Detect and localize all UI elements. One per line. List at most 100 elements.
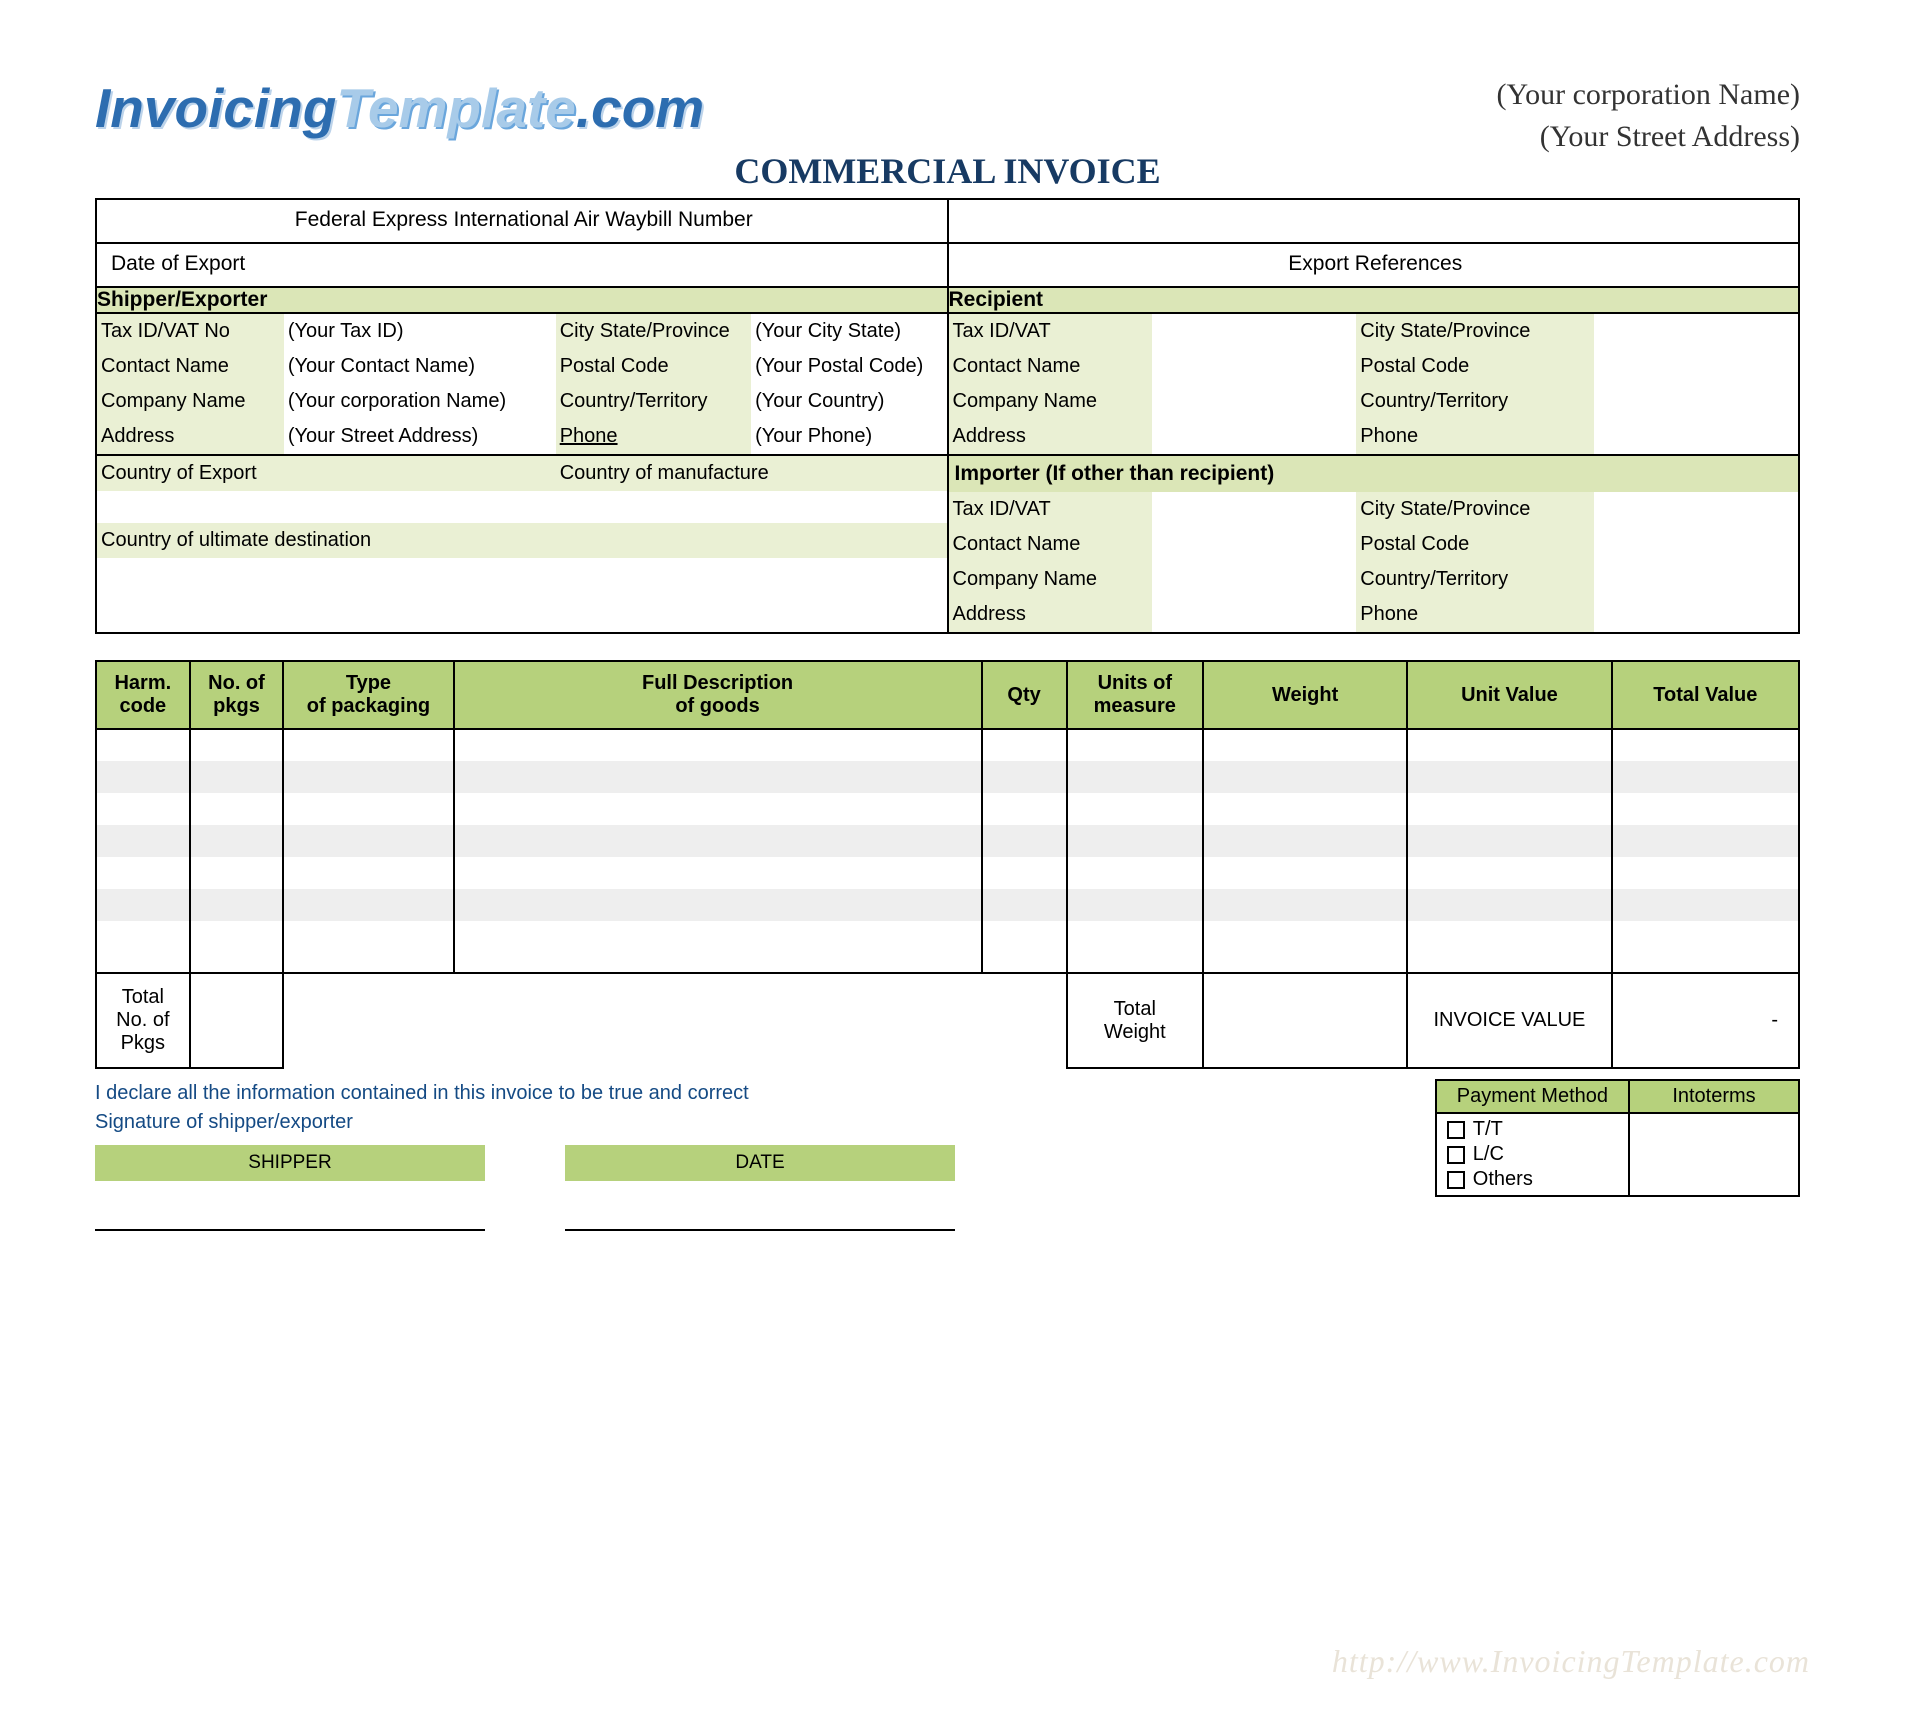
export-references-label: Export References <box>948 243 1800 287</box>
recipient-country-v[interactable] <box>1594 384 1798 419</box>
shipper-company-v[interactable]: (Your corporation Name) <box>284 384 556 419</box>
importer-tax-v[interactable] <box>1152 492 1356 527</box>
shipper-country-v[interactable]: (Your Country) <box>751 384 946 419</box>
line-row[interactable] <box>96 761 1799 793</box>
line-items-table: Harm.code No. ofpkgs Typeof packaging Fu… <box>95 660 1800 1069</box>
ultimate-dest-k: Country of ultimate destination <box>97 523 947 558</box>
shipper-phone-k: Phone <box>556 419 751 454</box>
col-qty: Qty <box>982 661 1067 729</box>
importer-phone-k: Phone <box>1356 597 1594 632</box>
line-row[interactable] <box>96 889 1799 921</box>
total-weight-value[interactable] <box>1203 973 1407 1068</box>
logo-part3: .com <box>576 77 704 139</box>
logo-part2: Template <box>336 77 575 139</box>
shipper-postal-v[interactable]: (Your Postal Code) <box>751 349 946 384</box>
watermark: http://www.InvoicingTemplate.com <box>1332 1643 1810 1680</box>
recipient-address-k: Address <box>949 419 1153 454</box>
total-weight-label: TotalWeight <box>1067 973 1203 1068</box>
manufacture-country-v[interactable] <box>556 491 947 523</box>
line-row[interactable] <box>96 857 1799 889</box>
manufacture-country-k: Country of manufacture <box>556 456 947 491</box>
col-unitval: Unit Value <box>1407 661 1611 729</box>
col-type: Typeof packaging <box>283 661 453 729</box>
date-sig-line[interactable] <box>565 1181 955 1231</box>
importer-postal-k: Postal Code <box>1356 527 1594 562</box>
line-gap <box>96 921 1799 973</box>
shipper-company-k: Company Name <box>97 384 284 419</box>
importer-company-v[interactable] <box>1152 562 1356 597</box>
payment-method-options: T/T L/C Others <box>1436 1113 1629 1196</box>
recipient-postal-k: Postal Code <box>1356 349 1594 384</box>
top-info-block: Federal Express International Air Waybil… <box>95 198 1800 634</box>
checkbox-tt[interactable] <box>1447 1121 1465 1139</box>
shipper-sig-line[interactable] <box>95 1181 485 1231</box>
shipper-tax-k: Tax ID/VAT No <box>97 314 284 349</box>
importer-heading: Importer (If other than recipient) <box>949 456 1799 492</box>
col-desc: Full Descriptionof goods <box>454 661 982 729</box>
col-uom: Units ofmeasure <box>1067 661 1203 729</box>
shipper-details: Tax ID/VAT No (Your Tax ID) City State/P… <box>96 313 948 455</box>
corp-name: (Your corporation Name) <box>1496 74 1800 116</box>
waybill-label: Federal Express International Air Waybil… <box>96 199 948 243</box>
importer-postal-v[interactable] <box>1594 527 1798 562</box>
col-totalval: Total Value <box>1612 661 1799 729</box>
importer-address-v[interactable] <box>1152 597 1356 632</box>
importer-city-v[interactable] <box>1594 492 1798 527</box>
recipient-phone-k: Phone <box>1356 419 1594 454</box>
corporation-info: (Your corporation Name) (Your Street Add… <box>1496 70 1800 158</box>
signature-of-text: Signature of shipper/exporter <box>95 1108 1395 1137</box>
date-of-export-label: Date of Export <box>96 243 948 287</box>
importer-tax-k: Tax ID/VAT <box>949 492 1153 527</box>
lc-label: L/C <box>1473 1143 1504 1166</box>
shipper-address-v[interactable]: (Your Street Address) <box>284 419 556 454</box>
declaration-text: I declare all the information contained … <box>95 1079 1395 1108</box>
recipient-contact-v[interactable] <box>1152 349 1356 384</box>
importer-address-k: Address <box>949 597 1153 632</box>
shipper-contact-k: Contact Name <box>97 349 284 384</box>
waybill-value[interactable] <box>948 199 1800 243</box>
invoice-template: InvoicingTemplate.com (Your corporation … <box>0 0 1920 1231</box>
shipper-city-k: City State/Province <box>556 314 751 349</box>
incoterms-value[interactable] <box>1629 1113 1799 1196</box>
payment-method-heading: Payment Method <box>1436 1080 1629 1113</box>
checkbox-lc[interactable] <box>1447 1146 1465 1164</box>
logo: InvoicingTemplate.com <box>95 70 704 140</box>
importer-contact-v[interactable] <box>1152 527 1356 562</box>
recipient-country-k: Country/Territory <box>1356 384 1594 419</box>
total-pkgs-value[interactable] <box>190 973 284 1068</box>
line-row[interactable] <box>96 729 1799 761</box>
importer-country-v[interactable] <box>1594 562 1798 597</box>
shipper-contact-v[interactable]: (Your Contact Name) <box>284 349 556 384</box>
importer-city-k: City State/Province <box>1356 492 1594 527</box>
importer-company-k: Company Name <box>949 562 1153 597</box>
shipper-tax-v[interactable]: (Your Tax ID) <box>284 314 556 349</box>
export-country-k: Country of Export <box>97 456 556 491</box>
recipient-company-v[interactable] <box>1152 384 1356 419</box>
recipient-phone-v[interactable] <box>1594 419 1798 454</box>
shipper-phone-v[interactable]: (Your Phone) <box>751 419 946 454</box>
line-row[interactable] <box>96 825 1799 857</box>
col-pkgs: No. ofpkgs <box>190 661 284 729</box>
importer-block: Importer (If other than recipient) Tax I… <box>948 455 1800 633</box>
shipper-sig-label: SHIPPER <box>95 1145 485 1181</box>
invoice-value[interactable]: - <box>1612 973 1799 1068</box>
line-row[interactable] <box>96 793 1799 825</box>
incoterms-heading: Intoterms <box>1629 1080 1799 1113</box>
total-pkgs-label: TotalNo. ofPkgs <box>96 973 190 1068</box>
importer-country-k: Country/Territory <box>1356 562 1594 597</box>
invoice-value-label: INVOICE VALUE <box>1407 973 1611 1068</box>
ultimate-dest-v[interactable] <box>97 558 947 622</box>
shipper-city-v[interactable]: (Your City State) <box>751 314 946 349</box>
checkbox-others[interactable] <box>1447 1171 1465 1189</box>
col-weight: Weight <box>1203 661 1407 729</box>
export-countries: Country of Export Country of manufacture… <box>96 455 948 633</box>
recipient-address-v[interactable] <box>1152 419 1356 454</box>
importer-phone-v[interactable] <box>1594 597 1798 632</box>
recipient-tax-v[interactable] <box>1152 314 1356 349</box>
line-items-body <box>96 729 1799 973</box>
export-country-v[interactable] <box>97 491 556 523</box>
logo-part1: Invoicing <box>95 77 336 139</box>
recipient-city-v[interactable] <box>1594 314 1798 349</box>
tt-label: T/T <box>1473 1118 1503 1141</box>
recipient-postal-v[interactable] <box>1594 349 1798 384</box>
